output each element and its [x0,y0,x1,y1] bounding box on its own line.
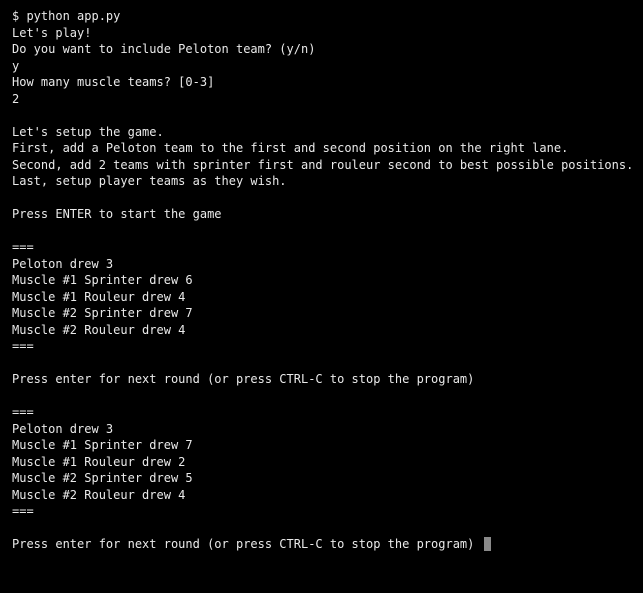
output-line: Muscle #2 Rouleur drew 4 [12,322,631,339]
input-muscle-teams: 2 [12,91,631,108]
blank-line [12,388,631,405]
output-line: Second, add 2 teams with sprinter first … [12,157,631,174]
separator: === [12,404,631,421]
prompt-muscle-teams: How many muscle teams? [0-3] [12,74,631,91]
prompt-next-round-active: Press enter for next round (or press CTR… [12,536,631,553]
output-line: First, add a Peloton team to the first a… [12,140,631,157]
output-line: Muscle #1 Rouleur drew 2 [12,454,631,471]
output-line: Muscle #1 Rouleur drew 4 [12,289,631,306]
output-line: Muscle #2 Rouleur drew 4 [12,487,631,504]
blank-line [12,520,631,537]
input-peloton: y [12,58,631,75]
separator: === [12,503,631,520]
command-line: $ python app.py [12,8,631,25]
output-line: Last, setup player teams as they wish. [12,173,631,190]
prompt-peloton: Do you want to include Peloton team? (y/… [12,41,631,58]
blank-line [12,223,631,240]
terminal-output[interactable]: $ python app.pyLet's play!Do you want to… [12,8,631,553]
output-line: Muscle #2 Sprinter drew 7 [12,305,631,322]
output-line: Muscle #1 Sprinter drew 7 [12,437,631,454]
cursor-icon [484,537,491,551]
prompt-next-round: Press enter for next round (or press CTR… [12,371,631,388]
output-line: Muscle #1 Sprinter drew 6 [12,272,631,289]
output-line: Muscle #2 Sprinter drew 5 [12,470,631,487]
output-line: Peloton drew 3 [12,421,631,438]
output-line: Peloton drew 3 [12,256,631,273]
output-line: Let's play! [12,25,631,42]
separator: === [12,338,631,355]
prompt-start: Press ENTER to start the game [12,206,631,223]
blank-line [12,107,631,124]
separator: === [12,239,631,256]
blank-line [12,355,631,372]
output-line: Let's setup the game. [12,124,631,141]
blank-line [12,190,631,207]
